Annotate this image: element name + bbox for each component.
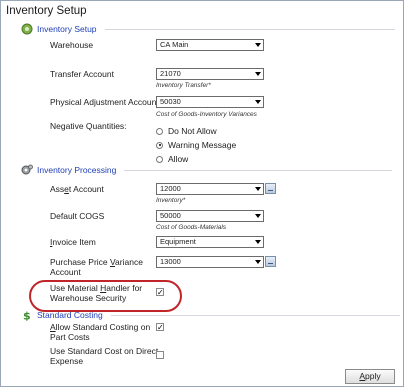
use-material-handler-label-line2: Warehouse Security — [50, 293, 127, 303]
allow-standard-costing-checkbox[interactable]: ✓ — [156, 323, 164, 332]
radio-label: Do Not Allow — [168, 126, 217, 136]
section-label: Inventory Setup — [37, 24, 97, 34]
asset-account-value: 12000 — [160, 184, 181, 193]
svg-text:$: $ — [23, 310, 31, 322]
use-standard-cost-direct-label-line2: Expense — [50, 356, 84, 366]
default-cogs-label: Default COGS — [50, 211, 105, 221]
lookup-button-icon[interactable] — [265, 183, 276, 194]
apply-button[interactable]: Apply — [345, 369, 395, 384]
purchase-price-variance-label-line2: Account — [50, 267, 81, 277]
gear-globe-icon — [21, 23, 33, 35]
asset-account-label: Asset Account — [50, 184, 104, 194]
use-material-handler-checkbox[interactable]: ✓ — [156, 288, 164, 297]
physical-adjustment-account-value: 50030 — [160, 97, 181, 106]
section-inventory-setup: Inventory Setup — [21, 22, 395, 36]
warehouse-select[interactable]: CA Main — [156, 39, 264, 51]
chevron-down-icon[interactable] — [253, 185, 262, 193]
use-material-handler-label: Use Material Handler for Warehouse Secur… — [50, 283, 143, 303]
default-cogs-select[interactable]: 50000 — [156, 210, 264, 222]
section-divider — [104, 28, 395, 30]
radio-button[interactable] — [156, 155, 163, 163]
chevron-down-icon[interactable] — [253, 70, 262, 78]
warehouse-value: CA Main — [160, 40, 189, 49]
section-label: Inventory Processing — [37, 165, 117, 175]
radio-do-not-allow[interactable]: Do Not Allow — [156, 126, 217, 136]
radio-warning-message[interactable]: Warning Message — [156, 140, 236, 150]
allow-standard-costing-label-line2: Part Costs — [50, 332, 90, 342]
use-standard-cost-direct-checkbox[interactable] — [156, 351, 164, 359]
asset-account-select[interactable]: 12000 — [156, 183, 264, 195]
chevron-down-icon[interactable] — [253, 258, 262, 266]
asset-account-description: Inventory* — [156, 197, 186, 204]
transfer-account-label: Transfer Account — [50, 69, 114, 79]
negative-quantities-label: Negative Quantities: — [50, 121, 127, 131]
chevron-down-icon[interactable] — [253, 238, 262, 246]
lookup-button-icon[interactable] — [265, 256, 276, 267]
default-cogs-description: Cost of Goods-Materials — [156, 224, 227, 231]
default-cogs-value: 50000 — [160, 211, 181, 220]
section-label: Standard Costing — [37, 310, 103, 320]
purchase-price-variance-value: 13000 — [160, 257, 181, 266]
physical-adjustment-account-select[interactable]: 50030 — [156, 96, 264, 108]
purchase-price-variance-label: Purchase Price Variance Account — [50, 257, 143, 277]
gears-icon — [21, 164, 33, 176]
chevron-down-icon[interactable] — [253, 41, 262, 49]
purchase-price-variance-select[interactable]: 13000 — [156, 256, 264, 268]
radio-button-selected[interactable] — [156, 141, 163, 149]
invoice-item-label: Invoice Item — [50, 237, 96, 247]
transfer-account-description: Inventory Transfer* — [156, 82, 211, 89]
use-standard-cost-direct-label-line1: Use Standard Cost on Direct — [50, 346, 159, 356]
transfer-account-select[interactable]: 21070 — [156, 68, 264, 80]
allow-standard-costing-label: Allow Standard Costing on Part Costs — [50, 322, 151, 342]
radio-label: Warning Message — [168, 140, 237, 150]
section-divider — [124, 169, 393, 171]
physical-adjustment-account-label: Physical Adjustment Account — [50, 97, 159, 107]
section-divider — [110, 314, 400, 316]
physical-adjustment-account-description: Cost of Goods-Inventory Variances — [156, 111, 257, 118]
invoice-item-select[interactable]: Equipment — [156, 236, 264, 248]
chevron-down-icon[interactable] — [253, 212, 262, 220]
warehouse-label: Warehouse — [50, 40, 94, 50]
use-standard-cost-direct-label: Use Standard Cost on Direct Expense — [50, 346, 158, 366]
section-inventory-processing: Inventory Processing — [21, 163, 393, 177]
page-title: Inventory Setup — [6, 5, 87, 17]
transfer-account-value: 21070 — [160, 69, 181, 78]
radio-button[interactable] — [156, 127, 163, 135]
inventory-setup-window: Inventory Setup Inventory Setup Warehous… — [0, 0, 404, 387]
chevron-down-icon[interactable] — [253, 98, 262, 106]
dollar-icon: $ — [21, 309, 33, 323]
section-standard-costing: $ Standard Costing — [21, 308, 400, 323]
invoice-item-value: Equipment — [160, 237, 196, 246]
